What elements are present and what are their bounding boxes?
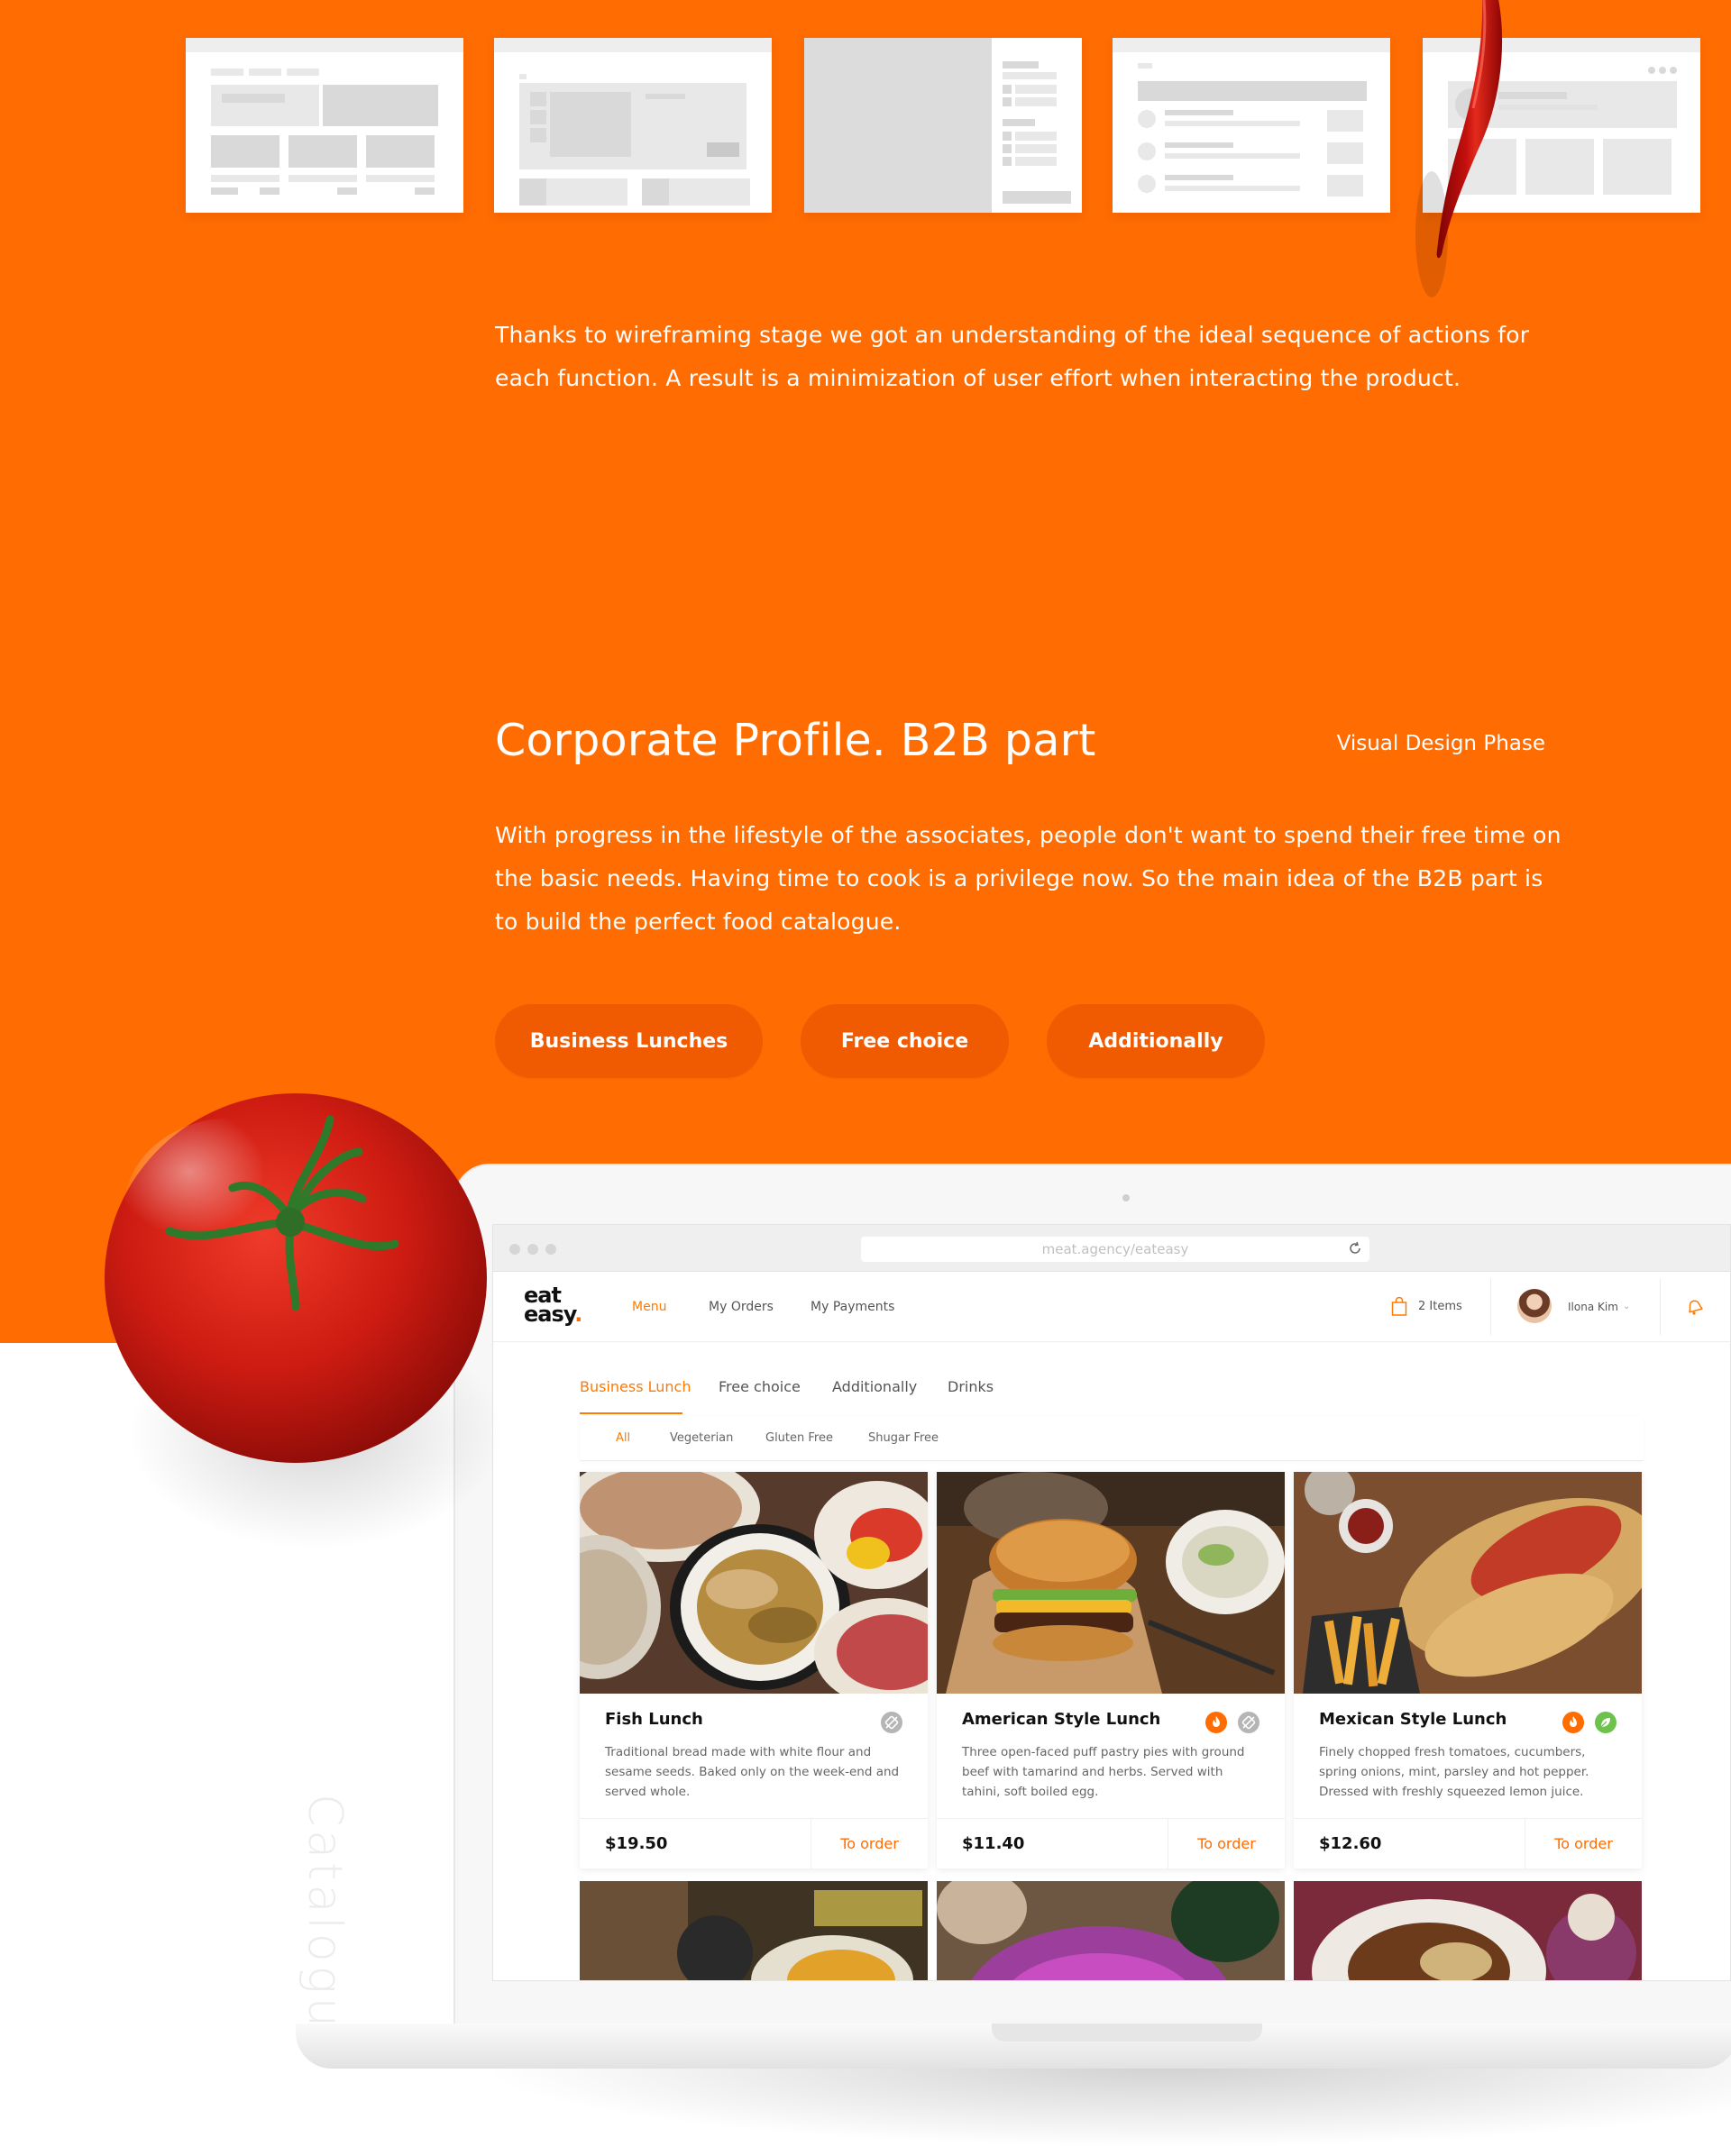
nav-menu[interactable]: Menu [632, 1272, 666, 1342]
product-card[interactable]: Fish Lunch Traditional bread made with w… [580, 1472, 928, 1869]
camera-dot [1122, 1194, 1130, 1201]
bell-icon[interactable] [1685, 1297, 1705, 1317]
section-description: With progress in the lifestyle of the as… [495, 822, 1562, 935]
wireframe-thumbnail [186, 38, 463, 213]
tab-additionally[interactable]: Additionally [832, 1378, 917, 1395]
active-tab-underline [580, 1412, 682, 1414]
filter-shugar-free[interactable]: Shugar Free [868, 1416, 939, 1461]
card-title: Fish Lunch [605, 1710, 703, 1729]
address-bar[interactable]: meat.agency/eateasy [861, 1237, 1369, 1262]
pill-free-choice[interactable]: Free choice [801, 1004, 1009, 1078]
laptop-screen: meat.agency/eateasy eat easy. Menu My Or… [492, 1224, 1731, 1981]
card-footer: $12.60 To order [1294, 1818, 1642, 1869]
card-footer: $19.50 To order [580, 1818, 928, 1869]
window-close-dot[interactable] [509, 1244, 520, 1255]
product-card-photo[interactable] [580, 1881, 928, 1981]
wireframe-thumbnail [804, 38, 1082, 213]
pill-business-lunches[interactable]: Business Lunches [495, 1004, 763, 1078]
tomato-image [105, 1093, 487, 1463]
window-minimize-dot[interactable] [527, 1244, 538, 1255]
filter-bar: All Vegeterian Gluten Free Shugar Free [580, 1416, 1644, 1461]
nav-my-payments[interactable]: My Payments [811, 1272, 894, 1342]
card-price: $12.60 [1319, 1834, 1382, 1853]
pill-additionally[interactable]: Additionally [1047, 1004, 1265, 1078]
no-sugar-icon [881, 1712, 902, 1733]
filter-all[interactable]: All [616, 1416, 630, 1461]
browser-chrome: meat.agency/eateasy [493, 1225, 1730, 1272]
section-title: Corporate Profile. B2B part [495, 715, 1096, 766]
card-price: $11.40 [962, 1834, 1025, 1853]
to-order-button[interactable]: To order [1525, 1819, 1642, 1869]
product-card[interactable]: Mexican Style Lunch Finely chopped fresh… [1294, 1472, 1642, 1869]
divider [1490, 1279, 1491, 1335]
tab-free-choice[interactable]: Free choice [719, 1378, 801, 1395]
product-card-photo[interactable] [1294, 1881, 1642, 1981]
user-avatar[interactable] [1517, 1289, 1552, 1323]
card-footer: $11.40 To order [937, 1818, 1285, 1869]
filter-vegeterian[interactable]: Vegeterian [670, 1416, 733, 1461]
mexican-lunch-photo [1294, 1472, 1642, 1694]
nav-my-orders[interactable]: My Orders [709, 1272, 774, 1342]
reload-icon[interactable] [1348, 1241, 1362, 1256]
vegetarian-icon [1595, 1712, 1617, 1733]
product-card[interactable]: American Style Lunch Three open-faced pu… [937, 1472, 1285, 1869]
tab-business-lunch[interactable]: Business Lunch [580, 1378, 691, 1395]
eat-easy-logo[interactable]: eat easy. [524, 1284, 582, 1325]
app-header: eat easy. Menu My Orders My Payments 2 I… [493, 1272, 1730, 1342]
card-description: Traditional bread made with white flour … [605, 1745, 900, 1799]
card-title: American Style Lunch [962, 1710, 1161, 1729]
divider [1660, 1279, 1661, 1335]
card-description: Three open-faced puff pastry pies with g… [962, 1745, 1245, 1799]
no-sugar-icon [1238, 1712, 1259, 1733]
category-pills: Business Lunches Free choice Additionall… [495, 1004, 1265, 1078]
wireframe-thumbnail [1113, 38, 1390, 213]
tab-drinks[interactable]: Drinks [948, 1378, 994, 1395]
url-text: meat.agency/eateasy [1041, 1241, 1189, 1257]
spicy-icon [1205, 1712, 1227, 1733]
user-name[interactable]: Ilona Kim [1568, 1272, 1618, 1342]
card-price: $19.50 [605, 1834, 668, 1853]
phase-label: Visual Design Phase [1336, 732, 1545, 755]
wireframe-thumbnail [494, 38, 772, 213]
shopping-bag-icon[interactable] [1391, 1297, 1407, 1317]
filter-gluten-free[interactable]: Gluten Free [765, 1416, 833, 1461]
product-card-photo[interactable] [937, 1881, 1285, 1981]
window-maximize-dot[interactable] [545, 1244, 556, 1255]
cart-count[interactable]: 2 Items [1418, 1272, 1462, 1342]
to-order-button[interactable]: To order [811, 1819, 928, 1869]
chevron-down-icon[interactable]: ⌄ [1623, 1302, 1630, 1311]
spicy-icon [1562, 1712, 1584, 1733]
card-title: Mexican Style Lunch [1319, 1710, 1507, 1729]
to-order-button[interactable]: To order [1168, 1819, 1285, 1869]
american-lunch-photo [937, 1472, 1285, 1694]
wireframe-description: Thanks to wireframing stage we got an un… [495, 322, 1530, 391]
fish-lunch-photo [580, 1472, 928, 1694]
chili-pepper-image [1415, 0, 1503, 297]
laptop-notch [992, 2024, 1262, 2042]
card-description: Finely chopped fresh tomatoes, cucumbers… [1319, 1745, 1589, 1799]
